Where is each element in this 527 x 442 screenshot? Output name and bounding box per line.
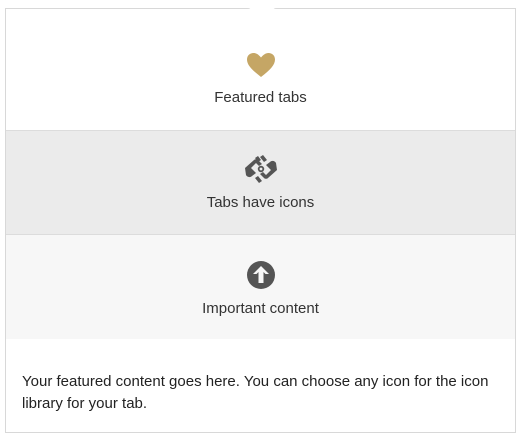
tab-label: Tabs have icons bbox=[206, 194, 315, 211]
tab-important-content[interactable]: Important content bbox=[6, 235, 515, 339]
arrow-circle-up-icon bbox=[246, 261, 275, 289]
sign-language-icon bbox=[244, 155, 277, 183]
tab-featured-tabs[interactable]: Featured tabs bbox=[6, 9, 515, 131]
tab-content-text: Your featured content goes here. You can… bbox=[22, 373, 489, 412]
tab-label: Featured tabs bbox=[214, 89, 307, 106]
tab-content-panel: Your featured content goes here. You can… bbox=[6, 339, 515, 432]
tab-tabs-have-icons[interactable]: Tabs have icons bbox=[6, 131, 515, 235]
tab-label: Important content bbox=[202, 300, 319, 317]
heart-icon bbox=[246, 53, 275, 77]
